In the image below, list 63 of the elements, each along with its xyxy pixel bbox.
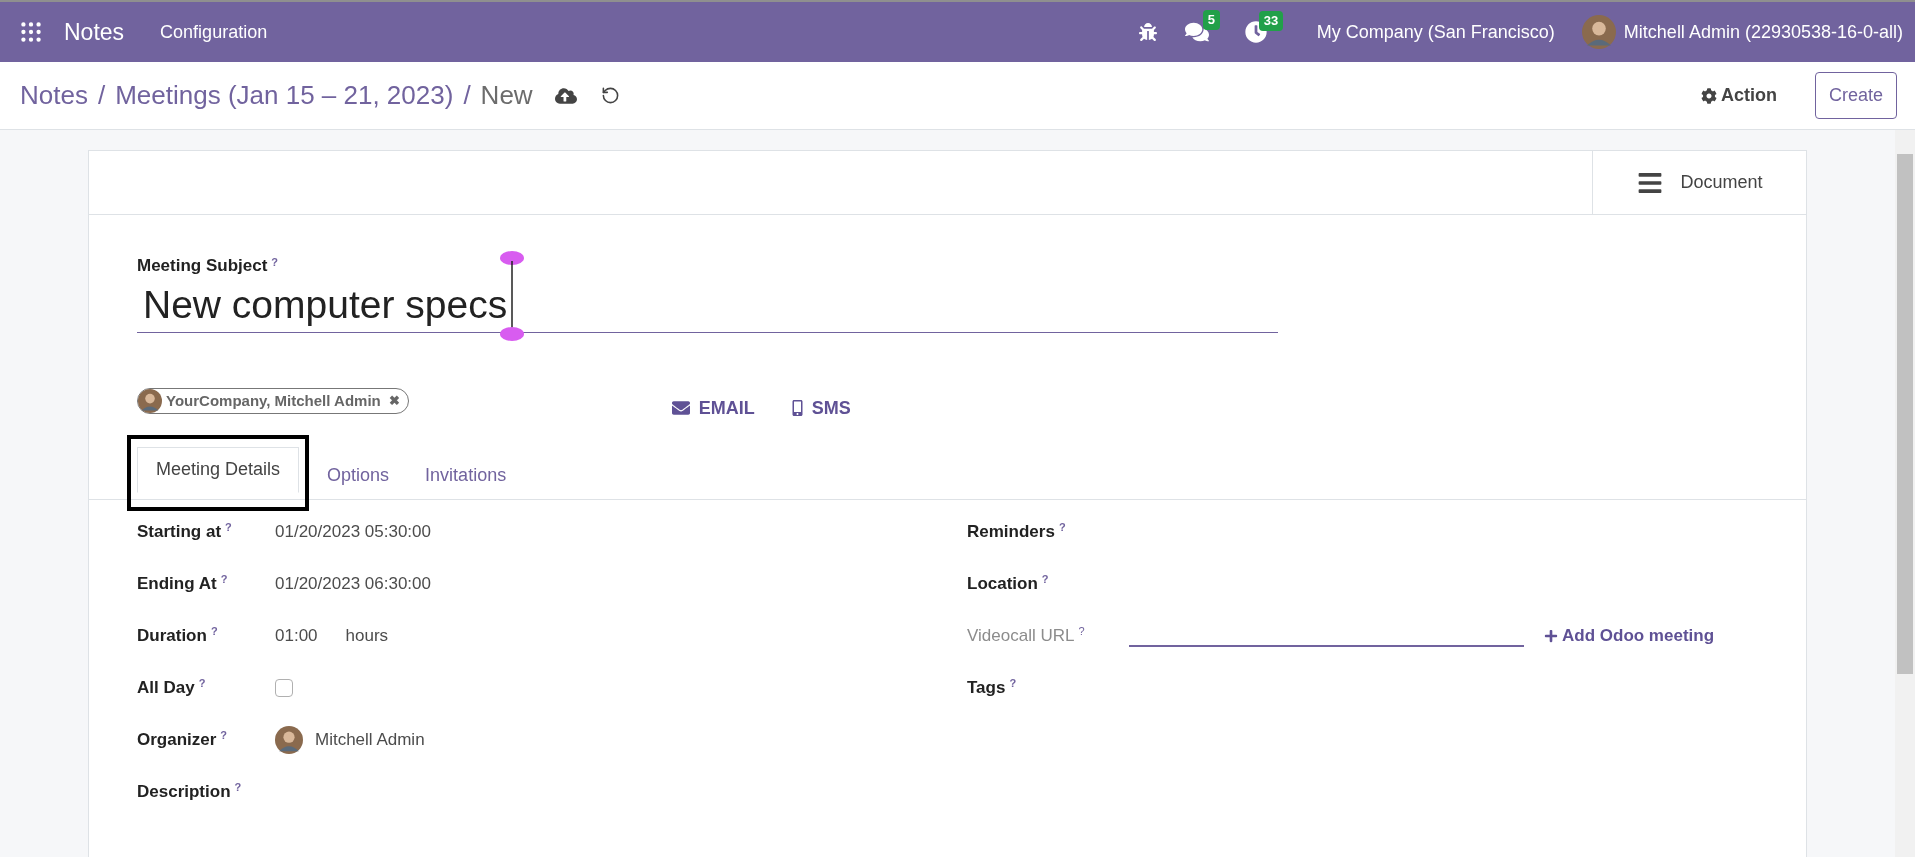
company-switcher[interactable]: My Company (San Francisco) bbox=[1316, 18, 1555, 46]
count-badge: 33 bbox=[1258, 11, 1284, 31]
field-value[interactable]: 01/20/2023 05:30:00 bbox=[275, 518, 431, 545]
field-label: Duration $^{?}$ bbox=[137, 625, 218, 645]
checkbox[interactable] bbox=[275, 678, 293, 697]
settings-icon bbox=[1700, 87, 1717, 104]
avatar-icon bbox=[138, 389, 162, 413]
create-button[interactable]: Create bbox=[1814, 72, 1897, 119]
tab[interactable]: Options bbox=[309, 452, 408, 499]
help-tooltip[interactable]: ? bbox=[234, 781, 242, 794]
breadcrumb-item[interactable]: Notes bbox=[20, 76, 88, 115]
breadcrumb-item: New bbox=[480, 79, 533, 112]
breadcrumb-item[interactable]: Meetings (Jan 15 – 21, 2023) bbox=[115, 76, 454, 115]
action-button[interactable]: Action bbox=[1700, 82, 1777, 109]
field-label: Reminders $^{?}$ bbox=[967, 521, 1066, 541]
help-tooltip[interactable]: ? bbox=[271, 255, 279, 268]
tab[interactable]: Invitations bbox=[407, 452, 525, 499]
field-label: All Day $^{?}$ bbox=[137, 677, 206, 697]
scrollbar[interactable] bbox=[1895, 130, 1915, 857]
phone-icon bbox=[790, 400, 804, 416]
help-tooltip[interactable]: ? bbox=[210, 625, 218, 638]
tab[interactable]: Meeting Details bbox=[137, 446, 300, 493]
breadcrumb-separator: / bbox=[463, 79, 471, 112]
bug-icon[interactable] bbox=[1138, 23, 1157, 41]
help-tooltip[interactable]: ? bbox=[1078, 625, 1085, 638]
remove-tag-button[interactable]: ✖ bbox=[388, 391, 400, 411]
email-button[interactable]: EMAIL bbox=[670, 394, 755, 422]
discard-icon[interactable] bbox=[600, 86, 620, 105]
app-name[interactable]: Notes bbox=[64, 14, 125, 50]
app-menu-icon[interactable] bbox=[18, 19, 44, 45]
avatar-icon bbox=[1581, 15, 1616, 49]
field-label: Tags $^{?}$ bbox=[967, 677, 1017, 697]
field-value[interactable]: Mitchell Admin bbox=[315, 726, 425, 753]
field-label: Videocall URL $^{?}$ bbox=[967, 625, 1085, 645]
sms-button[interactable]: SMS bbox=[790, 394, 851, 422]
help-tooltip[interactable]: ? bbox=[1058, 521, 1066, 534]
field-label: Meeting Subject $^{?}$ bbox=[137, 256, 279, 275]
field-label: Description $^{?}$ bbox=[137, 781, 242, 801]
field-label: Starting at $^{?}$ bbox=[137, 521, 232, 541]
chat-icon[interactable] bbox=[1184, 20, 1209, 44]
avatar-icon bbox=[275, 725, 303, 754]
help-tooltip[interactable]: ? bbox=[225, 521, 232, 534]
help-tooltip[interactable]: ? bbox=[198, 677, 206, 690]
field-value[interactable]: 01:00 bbox=[275, 622, 318, 649]
count-badge: 5 bbox=[1202, 10, 1220, 30]
envelope-icon bbox=[670, 399, 691, 417]
field-label: Organizer $^{?}$ bbox=[137, 729, 228, 749]
unit-label: hours bbox=[345, 624, 389, 647]
user-menu[interactable]: Mitchell Admin (22930538-16-0-all) bbox=[1623, 18, 1903, 46]
help-tooltip[interactable]: ? bbox=[1041, 573, 1049, 586]
plus-icon bbox=[1544, 628, 1558, 643]
help-tooltip[interactable]: ? bbox=[220, 729, 228, 742]
field-label: Ending At $^{?}$ bbox=[137, 573, 228, 593]
tag-label: YourCompany, Mitchell Admin bbox=[166, 390, 381, 411]
breadcrumb-separator: / bbox=[97, 79, 106, 112]
help-tooltip[interactable]: ? bbox=[220, 573, 228, 586]
document-button[interactable]: Document bbox=[1592, 151, 1806, 214]
menu-item[interactable]: Configuration bbox=[160, 18, 268, 46]
help-tooltip[interactable]: ? bbox=[1009, 677, 1017, 690]
add-meeting-link[interactable]: Add Odoo meeting bbox=[1544, 622, 1715, 649]
title-input[interactable]: New computer specs bbox=[137, 275, 508, 335]
field-value[interactable]: 01/20/2023 06:30:00 bbox=[275, 570, 431, 597]
field-label: Location $^{?}$ bbox=[967, 573, 1049, 593]
